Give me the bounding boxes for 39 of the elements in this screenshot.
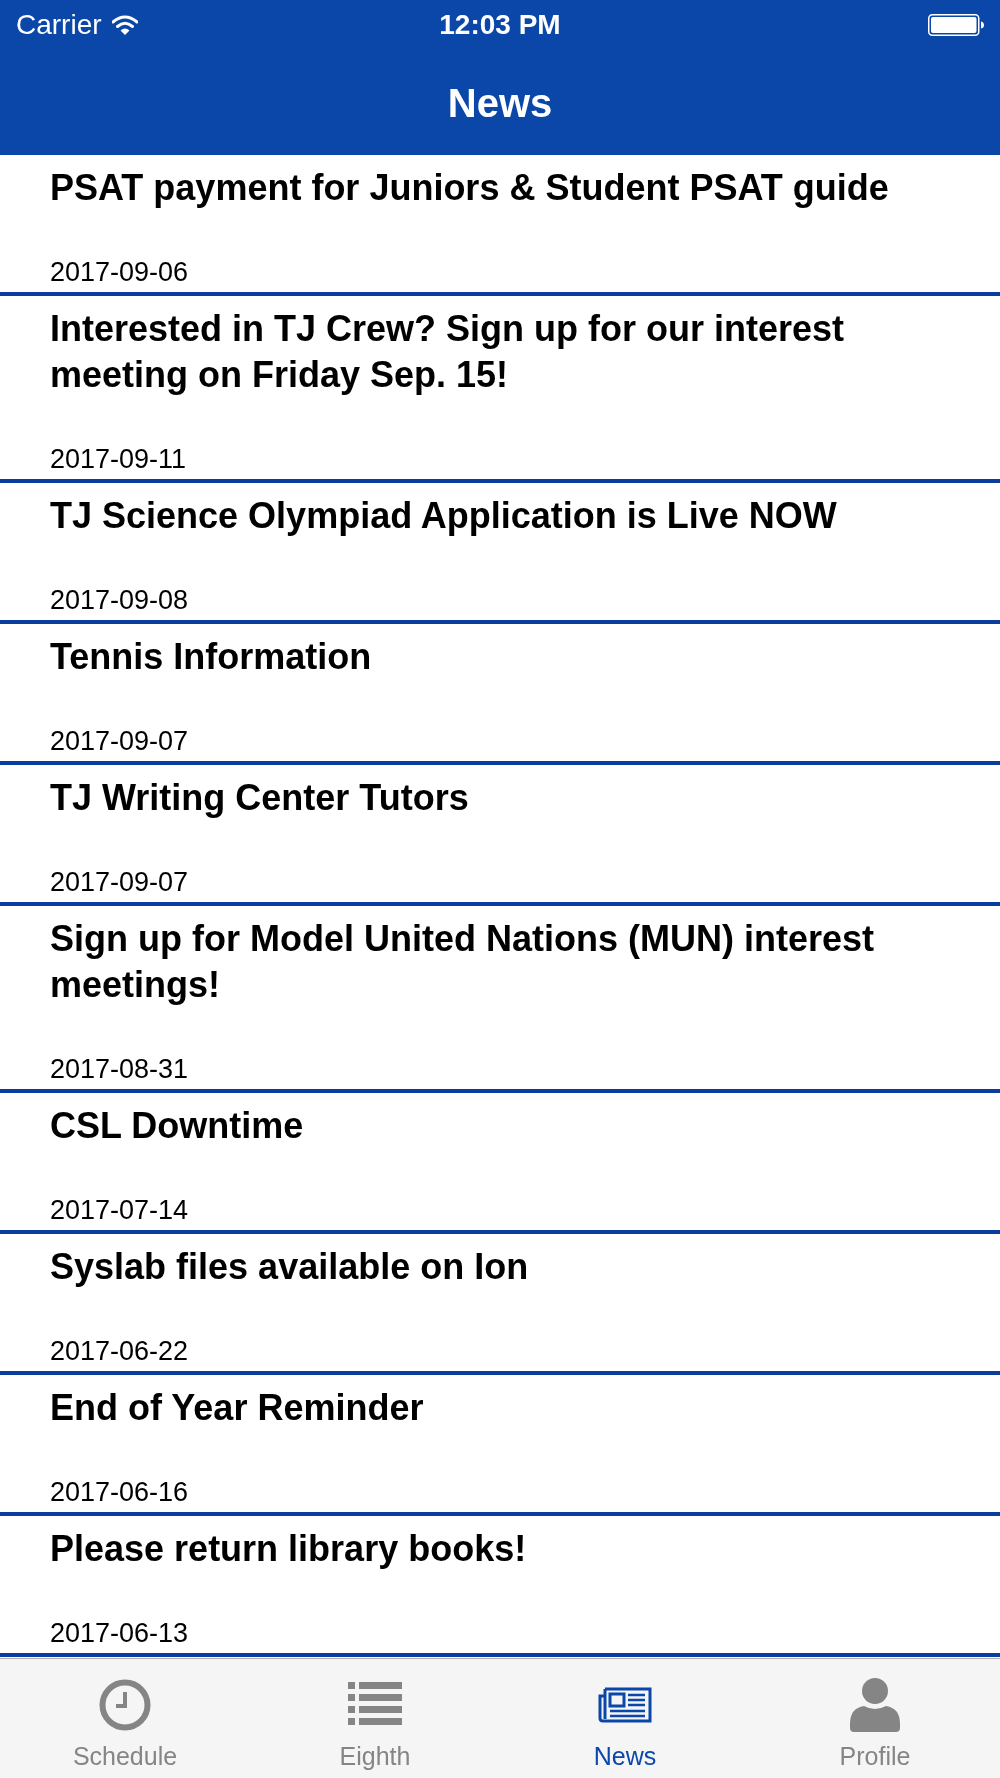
- newspaper-icon: [598, 1686, 652, 1724]
- news-title: End of Year Reminder: [50, 1386, 424, 1430]
- news-item[interactable]: TJ Writing Center Tutors 2017-09-07: [0, 765, 1000, 906]
- news-date: 2017-08-31: [50, 1054, 189, 1085]
- news-date: 2017-09-11: [50, 444, 187, 475]
- news-item[interactable]: Interested in TJ Crew? Sign up for our interest meeting on Friday Sep. 15! 2017-09-11: [0, 296, 1000, 483]
- news-item[interactable]: TJ Science Olympiad Application is Live NOW 2017-09-08: [0, 483, 1000, 624]
- news-date: 2017-09-08: [50, 585, 189, 616]
- news-date: 2017-09-06: [50, 257, 189, 288]
- news-date: 2017-09-07: [50, 867, 189, 898]
- news-item[interactable]: CSL Downtime 2017-07-14: [0, 1093, 1000, 1234]
- news-title: TJ Writing Center Tutors: [50, 776, 469, 820]
- news-date: 2017-07-14: [50, 1195, 189, 1226]
- news-title: CSL Downtime: [50, 1104, 304, 1148]
- news-item[interactable]: End of Year Reminder 2017-06-16: [0, 1375, 1000, 1516]
- news-date: 2017-06-16: [50, 1477, 189, 1508]
- news-title: Syslab files available on Ion: [50, 1245, 529, 1289]
- news-title: Interested in TJ Crew? Sign up for our interest meeting on Friday Sep. 15!: [50, 307, 846, 397]
- person-icon: [850, 1678, 900, 1732]
- news-title: TJ Science Olympiad Application is Live NOW: [50, 494, 837, 538]
- news-title: Please return library books!: [50, 1527, 527, 1571]
- news-item[interactable]: Tennis Information 2017-09-07: [0, 624, 1000, 765]
- wifi-icon: [111, 15, 138, 35]
- status-time: 12:03 PM: [439, 8, 561, 42]
- news-item[interactable]: Syslab files available on Ion 2017-06-22: [0, 1234, 1000, 1375]
- clock-icon: [99, 1679, 151, 1731]
- tab[interactable]: News: [500, 1659, 750, 1778]
- list-icon: [348, 1682, 402, 1728]
- screen-title: News: [447, 79, 553, 127]
- news-date: 2017-06-13: [50, 1618, 189, 1649]
- news-date: 2017-09-07: [50, 726, 189, 757]
- news-date: 2017-06-22: [50, 1336, 189, 1367]
- battery-icon: [928, 14, 984, 36]
- news-title: Tennis Information: [50, 635, 372, 679]
- carrier-name: Carrier: [16, 8, 102, 42]
- news-item[interactable]: PSAT payment for Juniors & Student PSAT guide 2017-09-06: [0, 155, 1000, 296]
- news-item[interactable]: Sign up for Model United Nations (MUN) interest meetings! 2017-08-31: [0, 906, 1000, 1093]
- news-title: Sign up for Model United Nations (MUN) interest meetings!: [50, 917, 875, 1007]
- news-title: PSAT payment for Juniors & Student PSAT guide: [50, 166, 889, 210]
